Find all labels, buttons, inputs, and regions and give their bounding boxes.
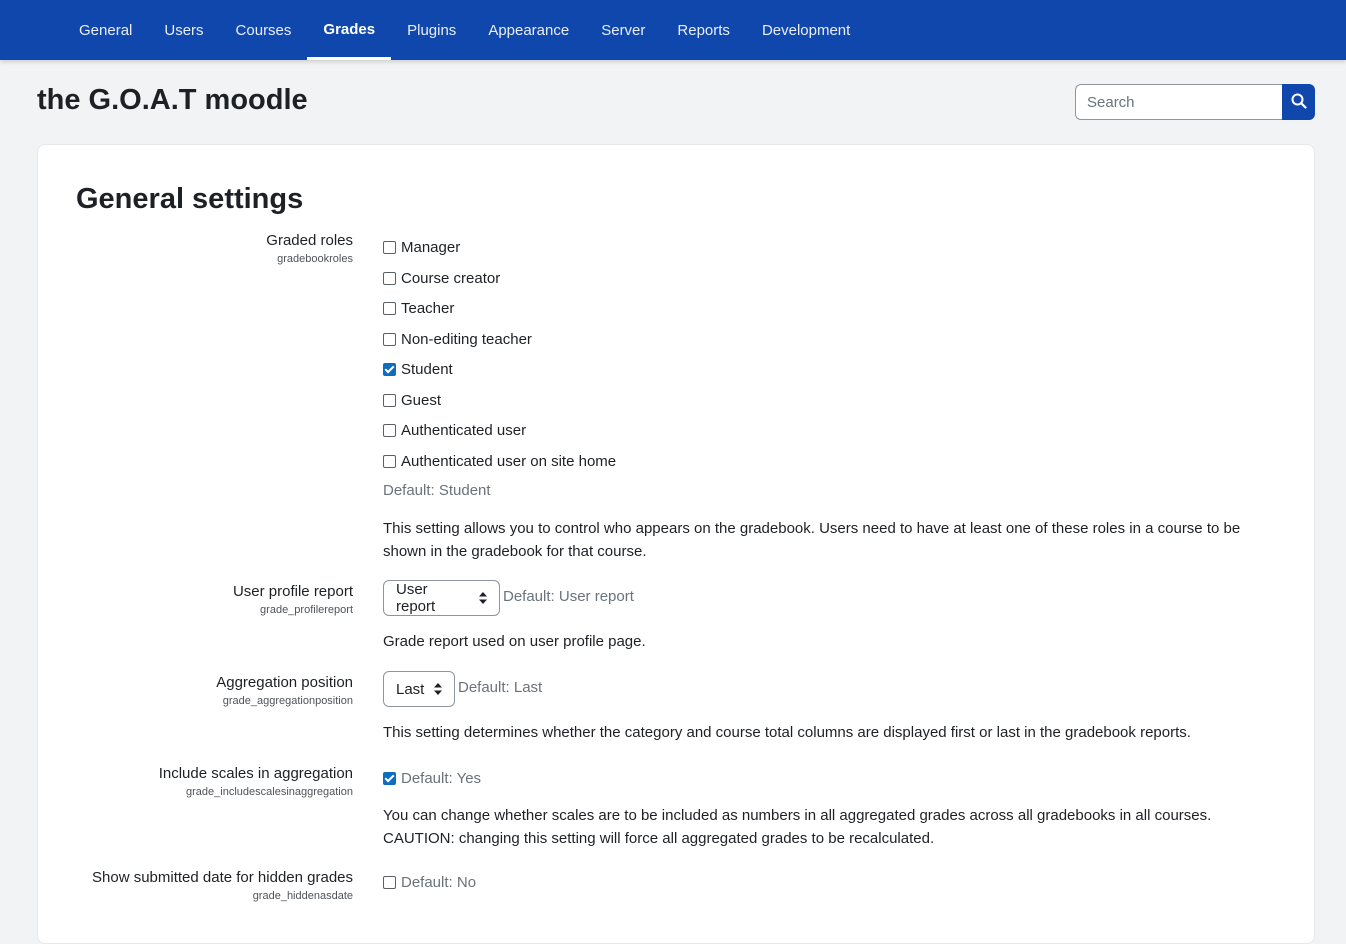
- setting-key: grade_aggregationposition: [222, 695, 353, 707]
- description-line: You can change whether scales are to be …: [383, 807, 1212, 824]
- setting-description: You can change whether scales are to be …: [383, 805, 1263, 850]
- checkbox[interactable]: [383, 875, 396, 889]
- page-heading: General settings: [76, 183, 304, 215]
- search-icon: [1291, 93, 1307, 112]
- role-option-course-creator[interactable]: Course creator: [383, 268, 500, 288]
- setting-description: This setting determines whether the cate…: [383, 724, 1191, 741]
- nav-item-courses[interactable]: Courses: [220, 0, 308, 60]
- default-value: Default: No: [401, 873, 477, 891]
- setting-label-include-scales: Include scales in aggregation grade_incl…: [159, 765, 353, 799]
- nav-item-users[interactable]: Users: [148, 0, 219, 60]
- checkbox[interactable]: [383, 271, 396, 285]
- nav-item-reports[interactable]: Reports: [661, 0, 746, 60]
- setting-key: grade_hiddenasdate: [252, 890, 353, 902]
- checkbox[interactable]: [383, 332, 396, 346]
- setting-title: Graded roles: [266, 232, 353, 249]
- nav-item-appearance[interactable]: Appearance: [472, 0, 585, 60]
- select-value: User report: [396, 581, 436, 615]
- setting-description: Grade report used on user profile page.: [383, 633, 646, 650]
- checkbox-checked[interactable]: [383, 362, 396, 376]
- role-option-student[interactable]: Student: [383, 359, 453, 379]
- role-option-authenticated-user[interactable]: Authenticated user: [383, 420, 526, 440]
- checkbox-checked[interactable]: [383, 771, 396, 785]
- checkbox-label: Student: [401, 360, 453, 378]
- checkbox[interactable]: [383, 240, 396, 254]
- setting-title: Show submitted date for hidden grades: [92, 869, 353, 886]
- primary-navigation: General Users Courses Grades Plugins App…: [0, 0, 1346, 60]
- checkbox[interactable]: [383, 423, 396, 437]
- setting-key: grade_includescalesinaggregation: [186, 786, 353, 798]
- description-line: CAUTION: changing this setting will forc…: [383, 829, 935, 847]
- site-title: the G.O.A.T moodle: [37, 84, 308, 116]
- nav-item-development[interactable]: Development: [746, 0, 866, 60]
- nav-item-grades[interactable]: Grades: [307, 0, 391, 60]
- select-arrows-icon: [434, 683, 443, 695]
- role-option-teacher[interactable]: Teacher: [383, 298, 454, 318]
- include-scales-checkbox-row[interactable]: Default: Yes: [383, 768, 481, 788]
- hiddenasdate-checkbox-row[interactable]: Default: No: [383, 872, 476, 892]
- setting-label-profile-report: User profile report grade_profilereport: [233, 583, 353, 617]
- nav-item-plugins[interactable]: Plugins: [391, 0, 472, 60]
- setting-label-aggregation-position: Aggregation position grade_aggregationpo…: [216, 674, 353, 708]
- setting-title: User profile report: [232, 583, 353, 600]
- default-value: Default: Last: [458, 679, 543, 696]
- role-option-guest[interactable]: Guest: [383, 390, 441, 410]
- nav-item-general[interactable]: General: [63, 0, 148, 60]
- setting-key: grade_profilereport: [260, 604, 353, 616]
- admin-search: [1075, 84, 1315, 120]
- checkbox[interactable]: [383, 301, 396, 315]
- checkbox-label: Non-editing teacher: [401, 330, 532, 348]
- checkbox-label: Manager: [401, 238, 461, 256]
- default-value: Default: Student: [383, 482, 491, 499]
- setting-label-graded-roles: Graded roles gradebookroles: [266, 232, 353, 266]
- setting-title: Include scales in aggregation: [158, 765, 353, 782]
- search-input[interactable]: [1075, 84, 1282, 120]
- role-option-authenticated-user-site-home[interactable]: Authenticated user on site home: [383, 451, 616, 471]
- role-option-manager[interactable]: Manager: [383, 237, 460, 257]
- select-value: Last: [396, 680, 425, 698]
- checkbox-label: Authenticated user: [401, 421, 527, 439]
- profile-report-select[interactable]: User report: [383, 580, 500, 616]
- setting-key: gradebookroles: [277, 253, 353, 265]
- checkbox-label: Authenticated user on site home: [401, 452, 617, 470]
- checkbox[interactable]: [383, 393, 396, 407]
- role-option-non-editing-teacher[interactable]: Non-editing teacher: [383, 329, 532, 349]
- default-value: Default: User report: [503, 588, 634, 605]
- checkbox-label: Teacher: [401, 299, 455, 317]
- select-arrows-icon: [479, 592, 487, 604]
- nav-item-server[interactable]: Server: [585, 0, 661, 60]
- search-button[interactable]: [1282, 84, 1315, 120]
- checkbox-label: Guest: [401, 391, 442, 409]
- checkbox[interactable]: [383, 454, 396, 468]
- aggregation-position-select[interactable]: Last: [383, 671, 455, 707]
- checkbox-label: Course creator: [401, 269, 501, 287]
- default-value: Default: Yes: [401, 769, 482, 787]
- setting-description: This setting allows you to control who a…: [383, 520, 1241, 560]
- setting-title: Aggregation position: [216, 674, 353, 691]
